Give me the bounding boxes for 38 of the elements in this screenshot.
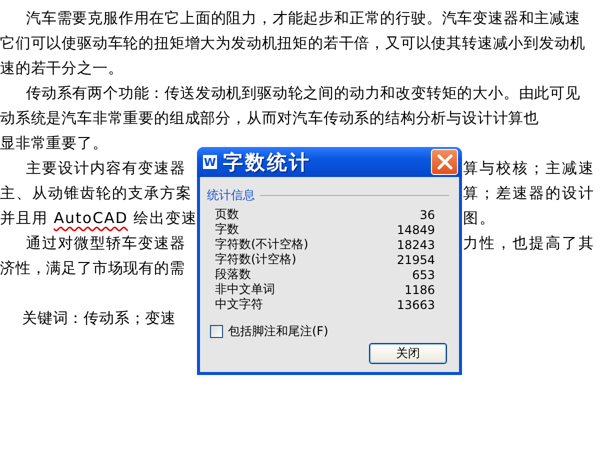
stat-label: 中文字符 bbox=[215, 296, 263, 313]
document-text: 汽车需要克服作用在它上面的阻力，才能起步和正常的行驶。汽车变速器和主减速 bbox=[25, 9, 580, 28]
document-text: 速的若干分之一。 bbox=[0, 59, 124, 78]
close-button[interactable] bbox=[431, 149, 458, 175]
stat-value: 18243 bbox=[396, 238, 435, 252]
stat-label: 段落数 bbox=[215, 266, 251, 283]
stat-label: 非中文单词 bbox=[215, 281, 275, 298]
document-text: 动系统是汽车非常重要的组成部分，从而对汽车传动系的结构分析与设计计算也 bbox=[0, 109, 539, 128]
stat-value: 36 bbox=[420, 208, 435, 222]
document-text: 并且用 AutoCAD 绘出变速 bbox=[0, 209, 198, 228]
document-text: 算；差速器的设计 bbox=[462, 184, 595, 203]
document-text: 关键词：传动系；变速 bbox=[21, 309, 176, 328]
stat-value: 21954 bbox=[396, 252, 435, 266]
document-text: 传动系有两个功能：传送发动机到驱动轮之间的动力和改变转矩的大小。由此可见 bbox=[25, 84, 580, 103]
document-text: 济性，满足了市场现有的需 bbox=[0, 259, 185, 278]
document-text: 它们可以使驱动车轮的扭矩增大为发动机扭矩的若干倍，又可以使其转速减小到发动机 bbox=[0, 34, 586, 53]
stat-value: 653 bbox=[412, 268, 435, 282]
document-text: 主、从动锥齿轮的支承方案 bbox=[0, 184, 192, 203]
document-text: 通过对微型轿车变速器 bbox=[25, 234, 186, 253]
stat-label: 页数 bbox=[215, 206, 239, 222]
document-text: 图。 bbox=[462, 209, 496, 228]
stat-label: 字符数(不计空格) bbox=[215, 236, 308, 252]
stat-value: 13663 bbox=[396, 298, 435, 312]
document-text: 力性，也提高了其 bbox=[462, 234, 595, 253]
document-text: 算与校核；主减速 bbox=[462, 159, 595, 178]
app-icon: W bbox=[203, 155, 217, 169]
stat-value: 14849 bbox=[396, 222, 435, 236]
document-text: 显非常重要了。 bbox=[0, 134, 108, 153]
stat-label: 字符数(计空格) bbox=[215, 251, 296, 268]
dialog-title: 字数统计 bbox=[223, 148, 312, 176]
group-label: 统计信息 bbox=[207, 187, 255, 204]
stat-value: 1186 bbox=[404, 282, 435, 296]
stat-label: 字数 bbox=[215, 221, 239, 238]
checkbox[interactable] bbox=[210, 325, 223, 338]
close-icon bbox=[436, 154, 452, 170]
document-text: 主要设计内容有变速器 bbox=[25, 159, 186, 178]
checkbox-label[interactable]: 包括脚注和尾注(F) bbox=[228, 323, 328, 340]
close-dialog-button[interactable]: 关闭 bbox=[369, 343, 447, 364]
